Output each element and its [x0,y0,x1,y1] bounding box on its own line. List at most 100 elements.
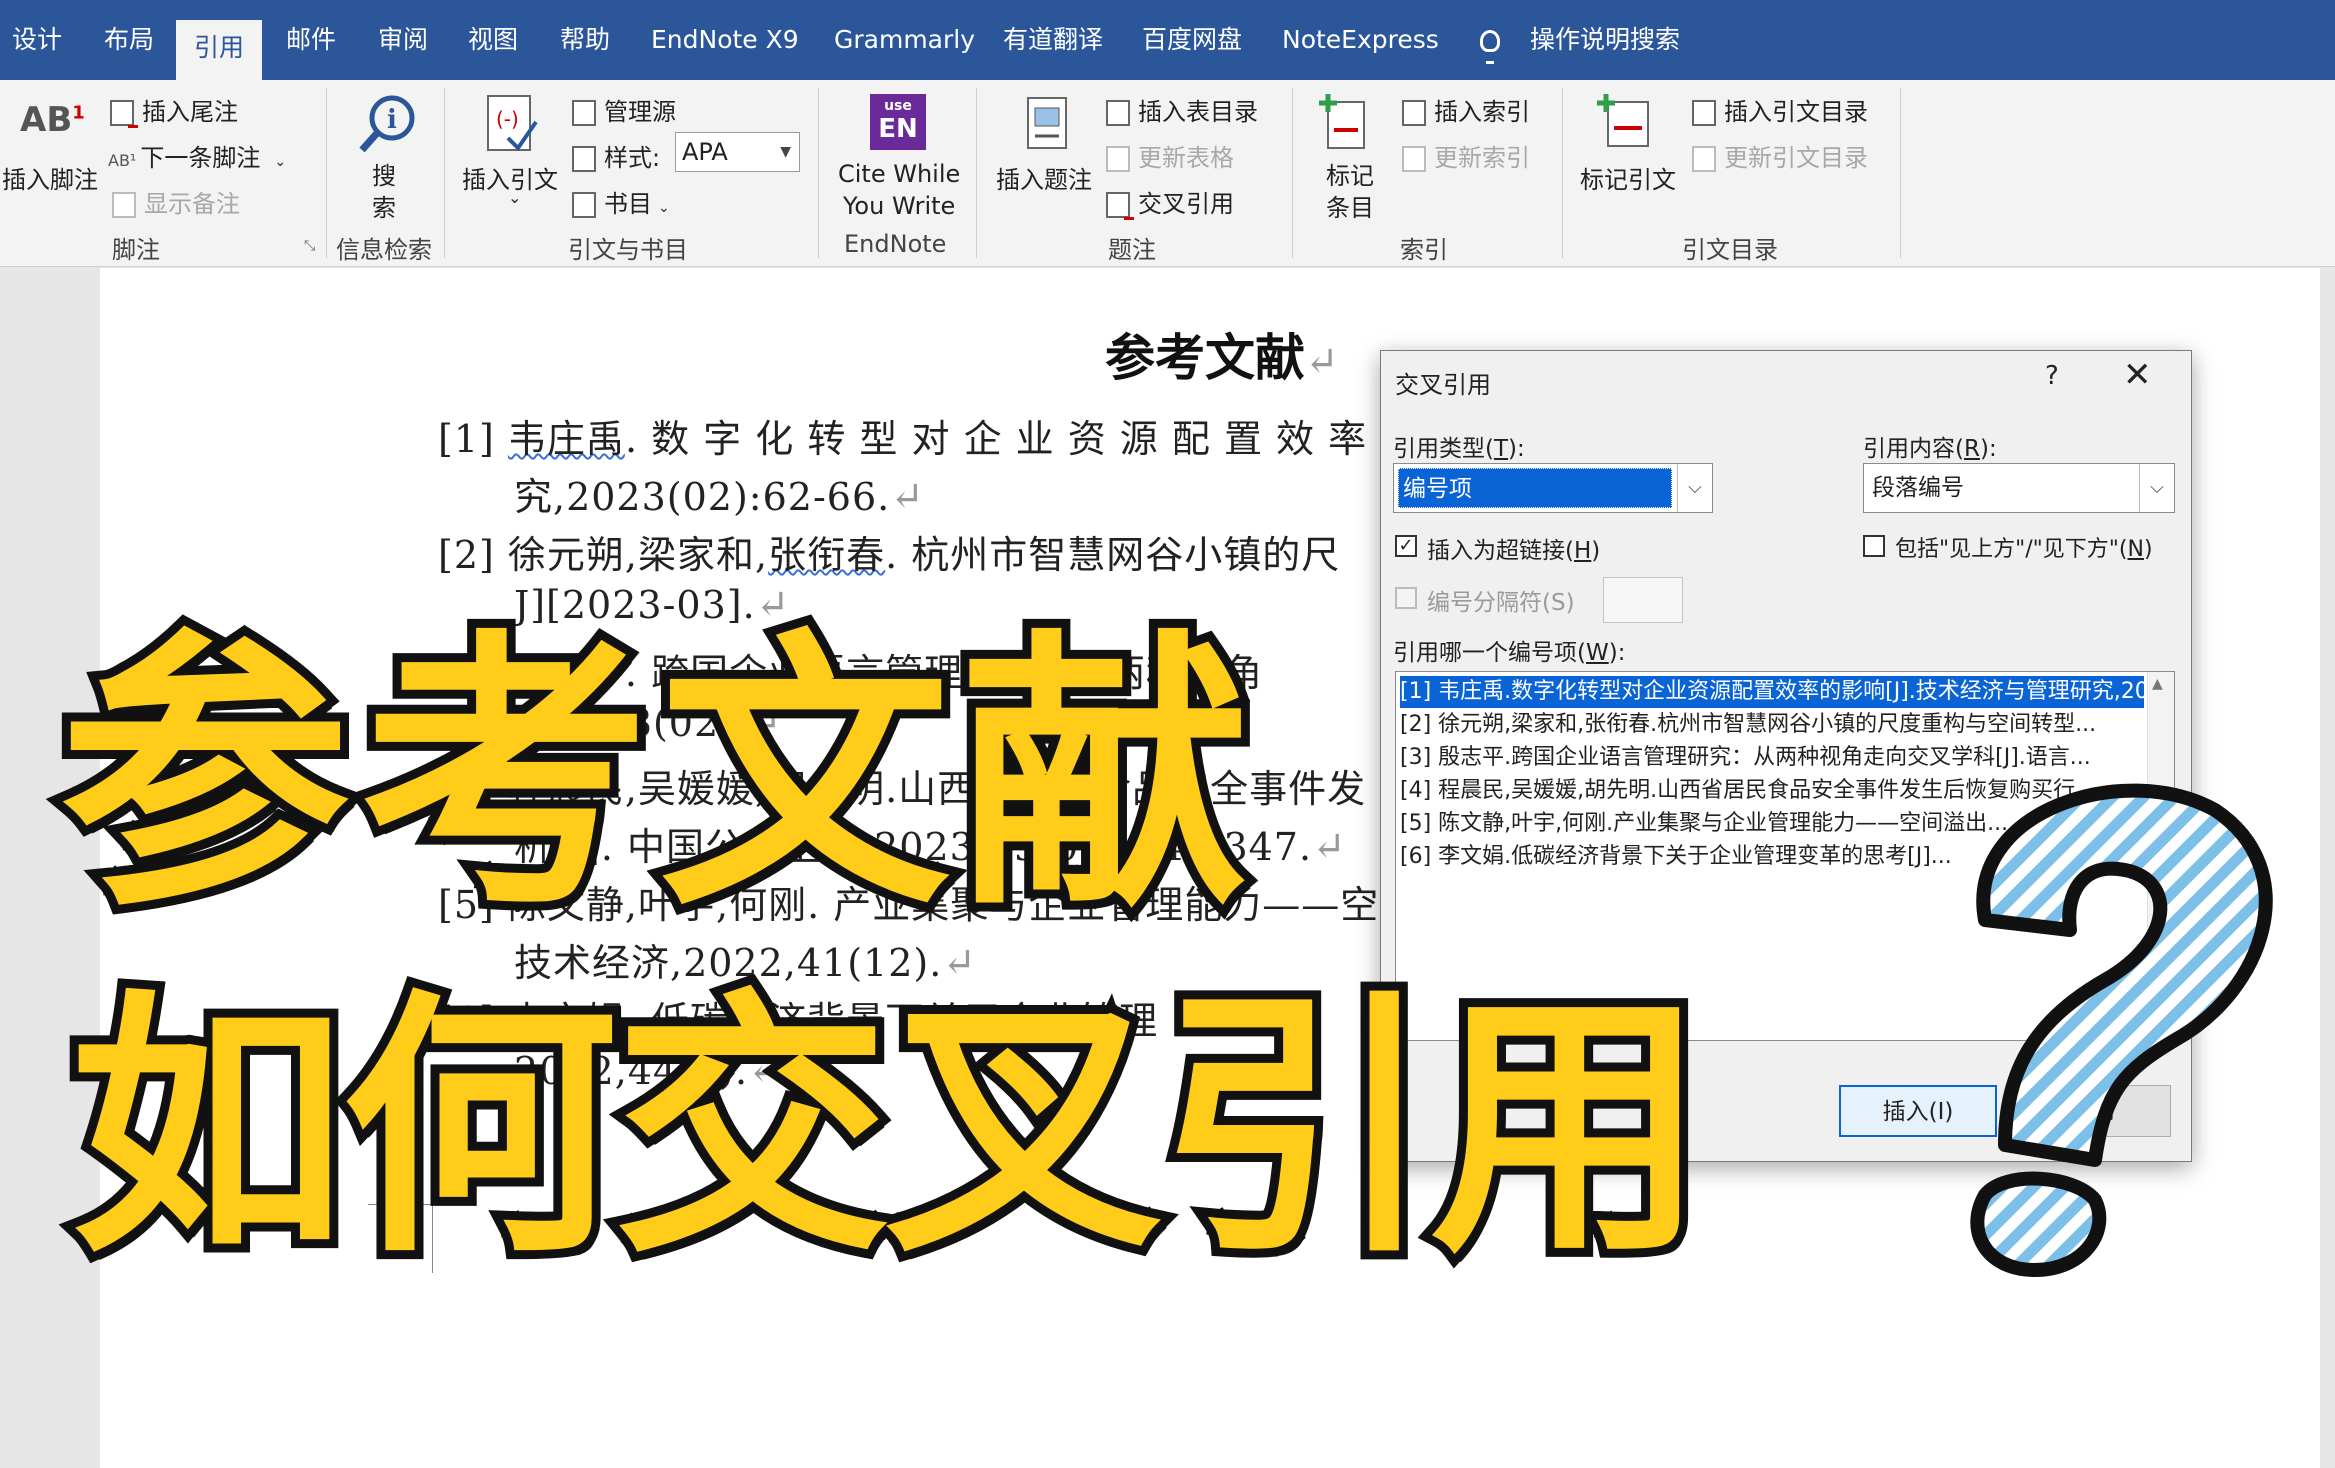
group-citations-label: 引文与书目 [568,236,688,264]
style-icon [572,146,596,172]
tab-9[interactable]: 有道翻译 [1003,0,1103,80]
bibliography-icon [572,192,596,218]
group-footnote-label: 脚注 [112,236,160,264]
chevron-down-icon: ⌄ [658,200,670,216]
separator [444,88,445,258]
tab-8[interactable]: Grammarly [834,0,975,80]
insert-table-of-figures-button[interactable]: 插入表目录 [1106,92,1258,127]
help-icon[interactable]: ? [2045,361,2059,391]
search-button[interactable]: 搜索 [372,160,402,224]
update-table-icon [1106,146,1130,172]
group-research-label: 信息检索 [336,236,432,264]
tab-2[interactable]: 引用 [176,20,262,80]
separator-label: 编号分隔符(S) [1427,590,1575,616]
insert-endnote-button[interactable]: 插入尾注 [110,92,238,128]
style-select[interactable]: APA ▼ [675,132,800,172]
separator-input[interactable] [1603,577,1683,623]
cross-reference-button[interactable]: 交叉引用 [1106,184,1234,220]
ribbon-tab-bar: 设计 布局 引用 邮件 审阅 视图 帮助 EndNote X9 Grammarly 有道翻译 百度网… [0,0,2335,80]
reference-text: . 数 字 化 转 型 对 企 业 资 源 配 置 效 率 的 [624,417,1420,461]
chevron-down-icon: ⌄ [508,188,522,207]
cite-while-you-write-button[interactable]: Cite While You Write [838,158,960,222]
overlay-title-line1: 参考文献 [51,599,1260,954]
next-footnote-button[interactable]: AB¹ 下一条脚注 ⌄ [108,138,286,173]
ref-content-label: 引用内容(R): [1863,436,1997,462]
dialog-launcher-icon[interactable]: ⤡ [304,238,315,254]
close-icon[interactable]: ✕ [2123,355,2152,395]
update-index-icon [1402,146,1426,172]
tab-7[interactable]: EndNote X9 [651,0,799,80]
insert-toa-button[interactable]: 插入引文目录 [1692,92,1868,127]
svg-text:i: i [387,105,397,135]
svg-text:(-): (-) [496,107,519,131]
include-above-below-label: 包括"见上方"/"见下方"(N) [1895,537,2153,562]
mark-entry-button[interactable]: 标记 条目 [1326,160,1374,224]
insert-index-button[interactable]: 插入索引 [1402,92,1530,127]
tab-4[interactable]: 审阅 [378,0,428,80]
dialog-title: 交叉引用 [1395,371,1491,399]
insert-toa-icon [1692,100,1716,126]
insert-citation-icon: (-) [487,95,538,152]
notes-icon [112,192,136,218]
lightbulb-icon [1480,30,1500,64]
tab-1[interactable]: 布局 [104,0,154,80]
hyperlink-checkbox[interactable]: ✓ [1395,535,1417,557]
separator-checkbox[interactable] [1395,587,1417,609]
reference-text: 韦庄禹 [507,417,625,461]
update-toa-button[interactable]: 更新引文目录 [1692,138,1868,173]
ref-type-label: 引用类型(T): [1393,436,1525,462]
endnote-cwyw-icon: use EN [870,94,926,150]
reference-text: 究,2023(02):62-66. [514,475,891,519]
hyperlink-label: 插入为超链接(H) [1427,538,1601,564]
bibliography-button[interactable]: 书目 ⌄ [572,184,670,219]
document-title: 参考文献↵ [1105,328,1339,387]
update-toa-icon [1692,146,1716,172]
paragraph-mark-icon: ↵ [890,474,925,520]
which-item-label: 引用哪一个编号项(W): [1393,640,1626,666]
ribbon: AB1 插入脚注 插入尾注 AB¹ 下一条脚注 ⌄ 显示备注 脚注 ⤡ i 搜索 信… [0,80,2335,267]
search-icon: i [359,95,415,153]
separator [1562,88,1563,258]
cross-reference-icon [1106,192,1134,220]
show-notes-button[interactable]: 显示备注 [112,184,240,219]
ref-content-select[interactable]: 段落编号 ⌵ [1863,463,2175,513]
dropdown-arrow-icon: ▼ [780,144,791,160]
separator [326,88,327,258]
tab-5[interactable]: 视图 [468,0,518,80]
table-of-figures-icon [1106,100,1130,126]
separator [818,88,819,258]
include-above-below-checkbox[interactable] [1863,535,1885,557]
chevron-down-icon: ⌄ [274,154,287,170]
tab-3[interactable]: 邮件 [286,0,336,80]
tab-10[interactable]: 百度网盘 [1142,0,1242,80]
group-toa-label: 引文目录 [1682,236,1778,264]
reference-number: [1] [438,417,495,461]
tab-6[interactable]: 帮助 [560,0,610,80]
separator [976,88,977,258]
tab-0[interactable]: 设计 [12,0,62,80]
chevron-down-icon: ⌵ [2139,464,2174,512]
endnote-icon [110,100,138,128]
manage-sources-button[interactable]: 管理源 [572,92,676,127]
list-item[interactable]: [2] 徐元朔,梁家和,张衔春.杭州市智慧网谷小镇的尺度重构与空间转型... [1400,709,2144,741]
ref-content-value: 段落编号 [1872,475,1964,501]
tab-11[interactable]: NoteExpress [1282,0,1439,80]
update-table-button[interactable]: 更新表格 [1106,138,1234,173]
scroll-up-icon[interactable]: ▲ [2152,676,2163,692]
ref-type-value: 编号项 [1398,468,1672,508]
paragraph-mark-icon: ↵ [1312,824,1347,870]
reference-line-1: [1] 韦庄禹. 数 字 化 转 型 对 企 业 资 源 配 置 效 率 的 [438,408,1419,463]
update-index-button[interactable]: 更新索引 [1402,138,1530,173]
mark-citation-button[interactable]: 标记引文 [1580,160,1676,195]
insert-footnote-button[interactable]: 插入脚注 [2,160,98,195]
insert-index-icon [1402,100,1426,126]
reference-line-2: 究,2023(02):62-66.↵ [514,466,925,521]
group-captions-label: 题注 [1108,236,1156,264]
ref-type-select[interactable]: 编号项 ⌵ [1393,463,1713,513]
group-index-label: 索引 [1400,236,1448,264]
mark-entry-icon [1319,94,1365,149]
question-mark-icon [1970,783,2273,1277]
list-item[interactable]: [1] 韦庄禹.数字化转型对企业资源配置效率的影响[J].技术经济与管理研究,2… [1400,676,2144,708]
tab-12[interactable]: 操作说明搜索 [1530,0,1680,80]
insert-caption-button[interactable]: 插入题注 [996,160,1092,195]
